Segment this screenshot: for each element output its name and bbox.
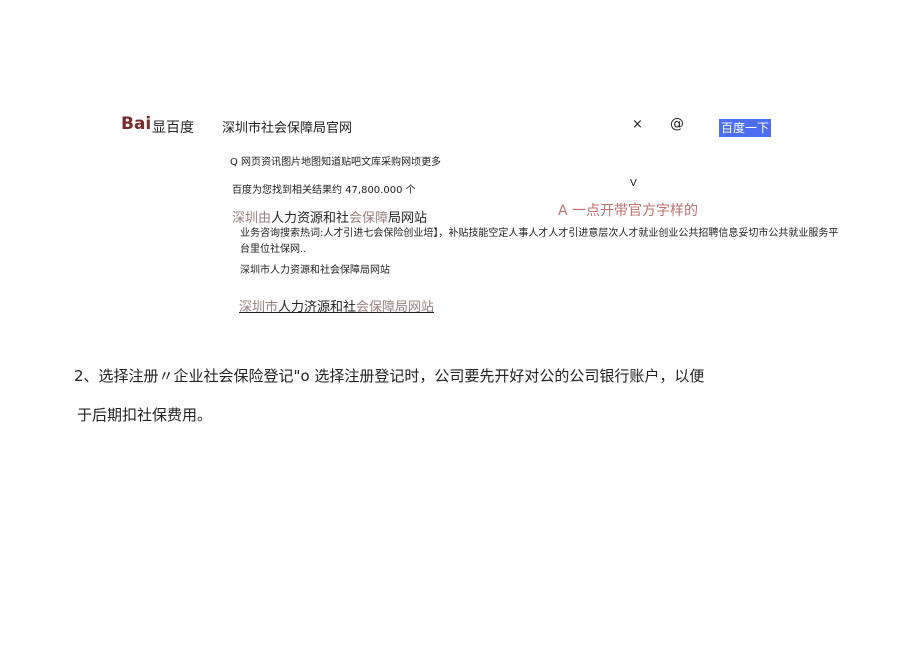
search-button[interactable]: 百度一下 xyxy=(719,119,772,137)
baidu-logo-label: 显百度 xyxy=(152,120,194,136)
search-tabs: Q 网页资讯图片地图知道贴吧文库采购网顷更多 xyxy=(230,153,441,168)
tab-zhidao[interactable]: 知道 xyxy=(321,157,341,168)
result-snippet: 业务咨询搜索热词:人才引进七会保险创业培】，补贴技能空定人事人才人才引进意层次人… xyxy=(240,228,839,255)
annotation-note: A 一点开带官方字样的 xyxy=(558,203,699,219)
baidu-logo-text: Bai xyxy=(121,114,152,134)
result-count: 百度为您找到相关结果约 47,800.000 个 xyxy=(232,185,416,196)
tab-images[interactable]: 图片 xyxy=(281,157,301,168)
tab-maps[interactable]: 地图 xyxy=(301,157,321,168)
tab-news[interactable]: 资讯 xyxy=(261,157,281,168)
search-input[interactable] xyxy=(222,115,602,137)
tab-wenku[interactable]: 文库 xyxy=(361,157,381,168)
result-title-part: 局网站 xyxy=(388,211,428,226)
result-title-part: 人力资源和社 xyxy=(271,211,350,226)
result-title-part: 深圳市 xyxy=(239,300,279,315)
result-title-part: 深圳由 xyxy=(232,211,272,226)
camera-icon[interactable]: @ xyxy=(670,116,684,132)
tab-more[interactable]: 更多 xyxy=(421,157,441,168)
chevron-down-icon[interactable]: V xyxy=(630,178,637,189)
instruction-text-line: 于后期扣社保费用。 xyxy=(77,406,213,424)
result-title-part: 会保障局网站 xyxy=(356,300,435,315)
tab-web[interactable]: Q 网页 xyxy=(230,157,261,168)
clear-icon[interactable]: × xyxy=(632,117,643,132)
result-title-part: 人力济源和社 xyxy=(278,300,357,315)
tab-purchase[interactable]: 采购 xyxy=(381,157,401,168)
instruction-text-line: 2、选择注册〃企业社会保险登记"o 选择注册登记时，公司要先开好对公的公司银行账… xyxy=(74,367,705,385)
tab-tieba[interactable]: 贴吧 xyxy=(341,157,361,168)
result-title-link[interactable]: 深圳市人力济源和社会保障局网站 xyxy=(239,296,434,315)
tab-wangqing[interactable]: 网顷 xyxy=(401,157,421,168)
result-url[interactable]: 深圳市人力资源和社会保障局网站 xyxy=(240,261,390,276)
result-title-link[interactable]: 深圳由人力资源和社会保障局网站 xyxy=(232,207,427,226)
result-title-part: 会保障 xyxy=(349,211,389,226)
